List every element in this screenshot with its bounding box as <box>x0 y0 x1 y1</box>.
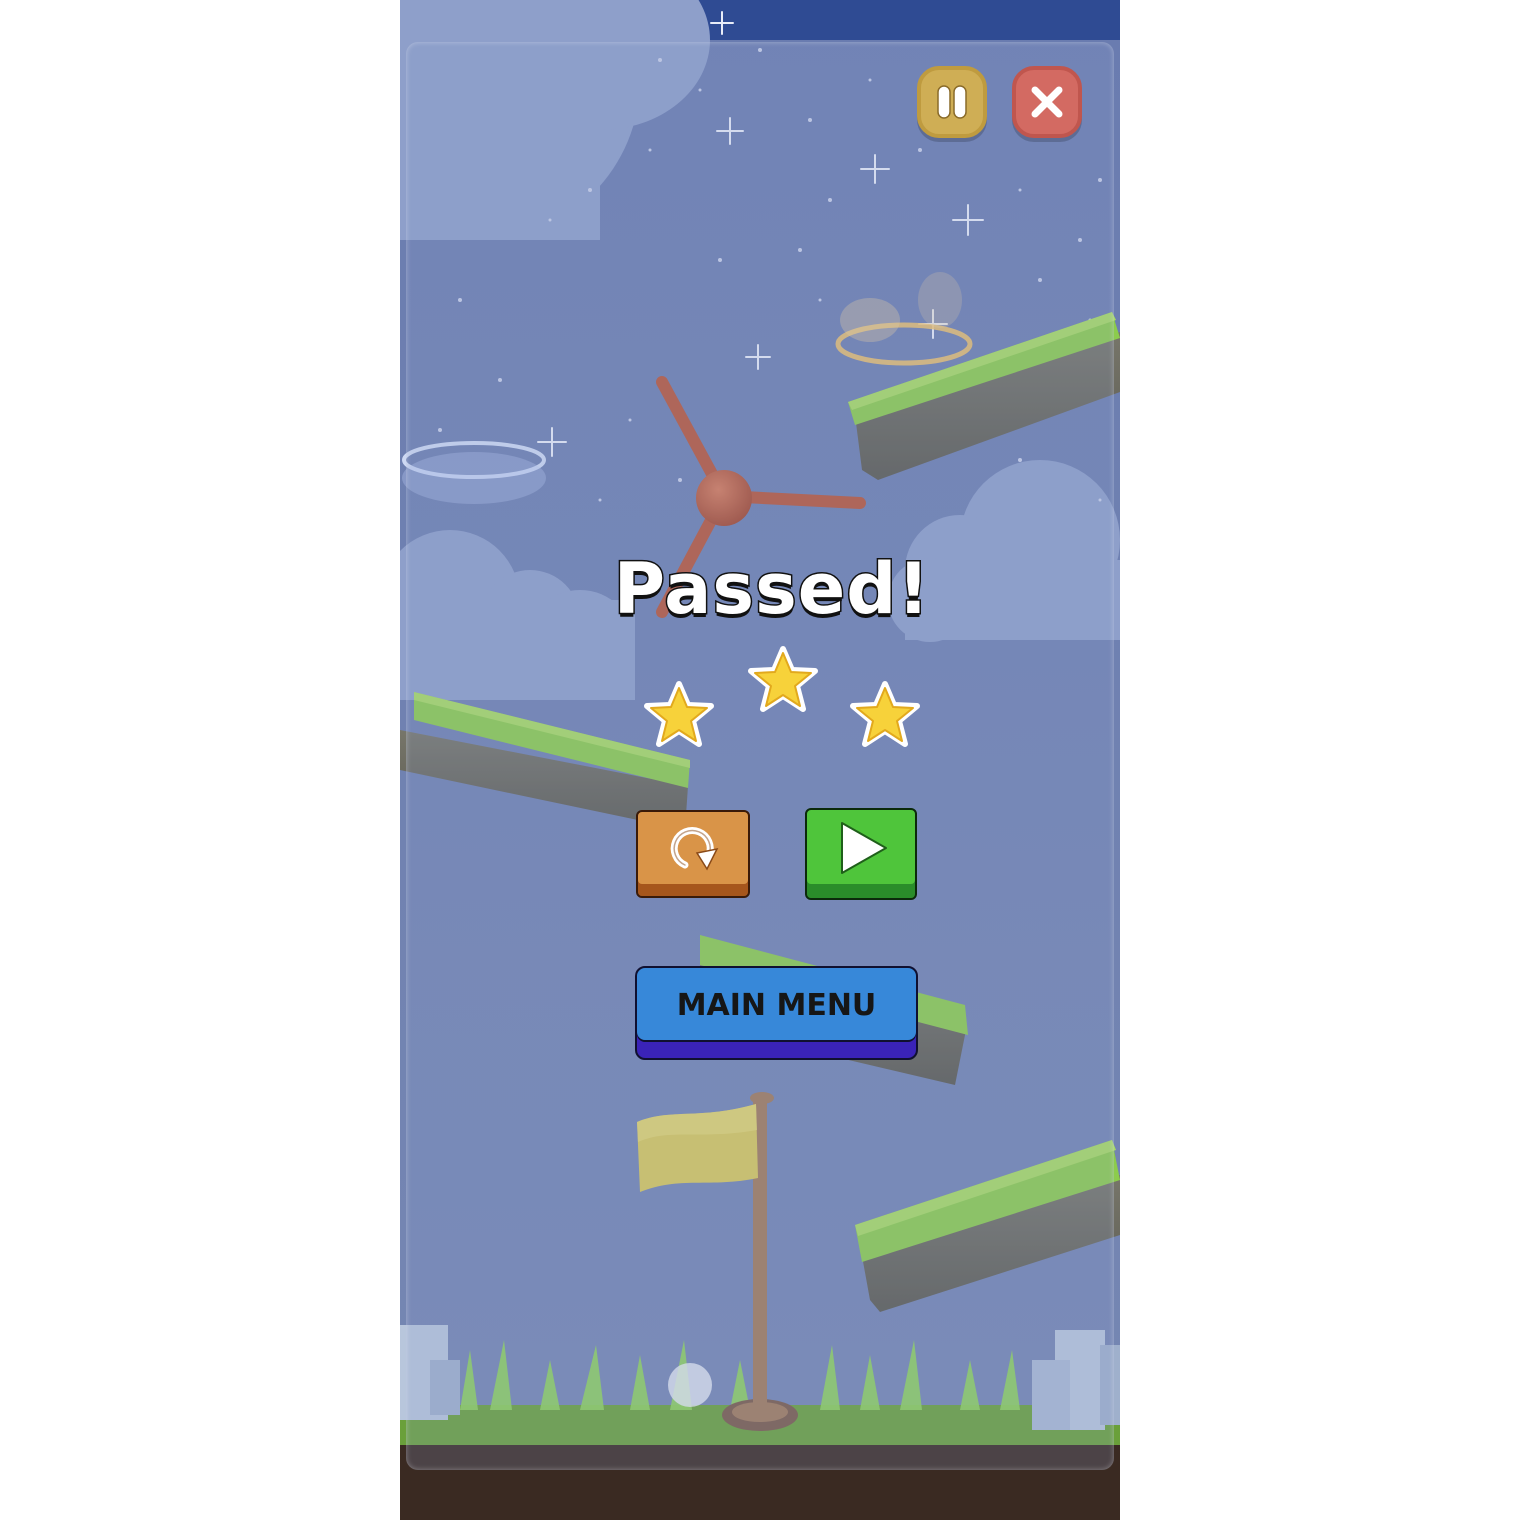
main-menu-button[interactable]: MAIN MENU <box>635 966 918 1060</box>
next-level-button[interactable] <box>805 808 917 900</box>
result-overlay <box>406 42 1114 1470</box>
star-3 <box>850 681 920 747</box>
main-menu-label: MAIN MENU <box>676 987 877 1023</box>
replay-button[interactable] <box>636 810 750 898</box>
pause-button[interactable] <box>917 66 987 138</box>
star-2 <box>748 646 818 712</box>
play-icon <box>841 822 887 874</box>
result-title: Passed! <box>612 547 931 632</box>
close-icon <box>1031 86 1063 118</box>
replay-icon <box>670 827 719 871</box>
star-1 <box>644 681 714 747</box>
close-button[interactable] <box>1012 66 1082 138</box>
pause-icon <box>937 85 967 119</box>
game-screen: Passed! MAIN MENU <box>400 0 1120 1520</box>
